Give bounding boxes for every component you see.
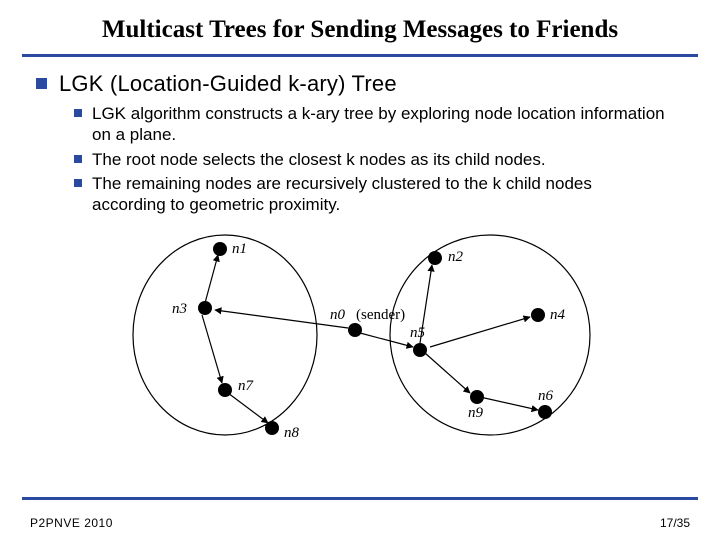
svg-text:(sender): (sender): [356, 307, 405, 323]
square-bullet-icon: [74, 109, 82, 117]
list-item: The root node selects the closest k node…: [74, 149, 698, 170]
square-bullet-icon: [74, 179, 82, 187]
node-n0: n0 (sender): [330, 307, 405, 337]
list-item-text: The remaining nodes are recursively clus…: [92, 173, 668, 216]
node-n4: n4: [531, 307, 566, 323]
svg-text:n6: n6: [538, 388, 554, 404]
cluster-ellipse-left: [133, 235, 317, 435]
node-n9: n9: [468, 390, 484, 421]
title-divider: [22, 54, 698, 57]
section-heading-row: LGK (Location-Guided k-ary) Tree: [36, 71, 698, 97]
svg-text:n2: n2: [448, 249, 464, 265]
node-n5: n5: [410, 325, 427, 357]
footer-page-number: 17/35: [660, 516, 690, 530]
node-n1: n1: [213, 241, 247, 257]
list-item-text: LGK algorithm constructs a k-ary tree by…: [92, 103, 668, 146]
svg-text:n3: n3: [172, 301, 187, 317]
square-bullet-icon: [36, 78, 47, 89]
bullet-list: LGK algorithm constructs a k-ary tree by…: [74, 103, 698, 215]
node-n8: n8: [265, 421, 300, 441]
node-n3: n3: [172, 301, 212, 317]
svg-text:n8: n8: [284, 425, 300, 441]
square-bullet-icon: [74, 155, 82, 163]
list-item: The remaining nodes are recursively clus…: [74, 173, 698, 216]
svg-text:n0: n0: [330, 307, 346, 323]
footer-divider: [22, 497, 698, 500]
svg-text:n9: n9: [468, 405, 484, 421]
list-item-text: The root node selects the closest k node…: [92, 149, 546, 170]
section-heading: LGK (Location-Guided k-ary) Tree: [59, 71, 397, 97]
svg-text:n1: n1: [232, 241, 247, 257]
node-n6: n6: [538, 388, 554, 419]
svg-text:n7: n7: [238, 378, 255, 394]
svg-text:n5: n5: [410, 325, 426, 341]
footer-conference: P2PNVE 2010: [30, 516, 113, 530]
svg-text:n4: n4: [550, 307, 566, 323]
page-title: Multicast Trees for Sending Messages to …: [22, 12, 698, 54]
list-item: LGK algorithm constructs a k-ary tree by…: [74, 103, 698, 146]
node-n7: n7: [218, 378, 255, 397]
node-n2: n2: [428, 249, 464, 265]
tree-diagram: n1 n3 n7 n8 n0 (sender) n5 n2 n: [120, 225, 600, 455]
